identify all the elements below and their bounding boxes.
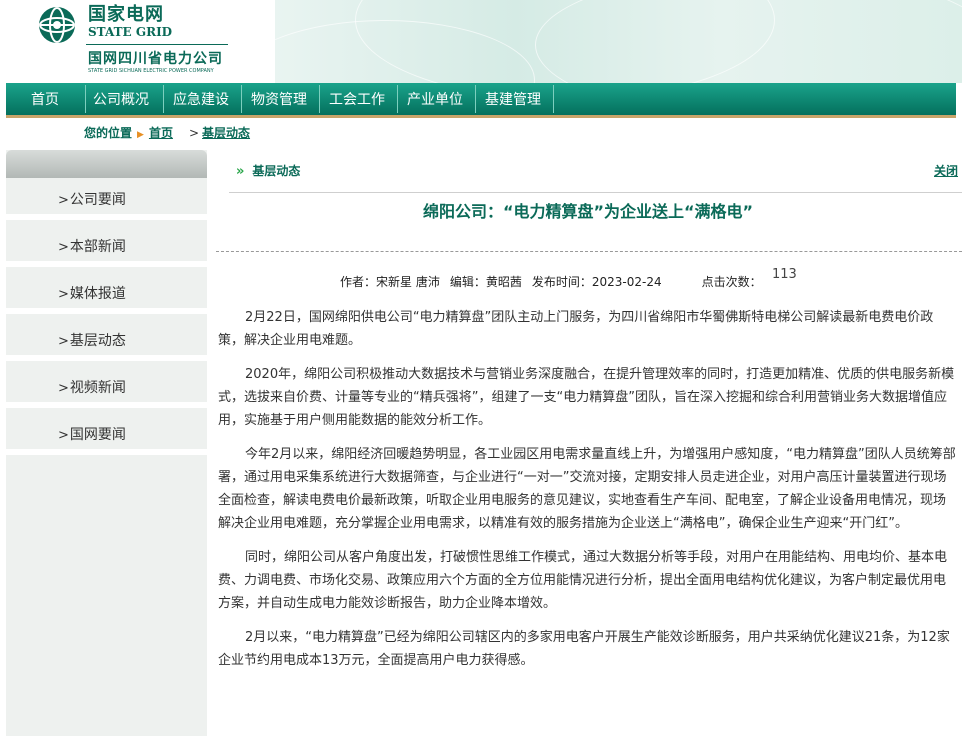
chevron-right-icon: > — [58, 428, 69, 443]
column-heading: » 基层动态 — [236, 161, 300, 181]
sidebar-item-label: 国网要闻 — [69, 427, 126, 443]
sidebar-item-grassroots-news[interactable]: >基层动态 — [6, 321, 207, 361]
logo-text-cn: 国家电网 — [88, 4, 164, 25]
nav-industry-units[interactable]: 产业单位 — [398, 83, 472, 115]
article-title: 绵阳公司：“电力精算盘”为企业送上“满格电” — [422, 202, 754, 221]
chevron-right-icon: > — [58, 334, 69, 349]
chevron-right-icon: > — [58, 287, 69, 302]
main-nav: 首页 公司概况 应急建设 物资管理 工会工作 产业单位 基建管理 — [6, 83, 956, 118]
sidebar-item-company-news[interactable]: >公司要闻 — [6, 180, 207, 220]
logo-text-en: STATE GRID — [88, 25, 173, 39]
nav-company-overview[interactable]: 公司概况 — [86, 83, 156, 115]
nav-infrastructure-management[interactable]: 基建管理 — [476, 83, 550, 115]
article-meta: 作者：宋新星 唐沛 编辑：黄昭茜 发布时间：2023-02-24 点击次数： — [340, 272, 772, 292]
sidebar-item-state-grid-news[interactable]: >国网要闻 — [6, 415, 207, 455]
article-paragraph: 2月以来，“电力精算盘”已经为绵阳公司辖区内的多家用电客户开展生产能效诊断服务，… — [218, 630, 950, 668]
column-heading-text: 基层动态 — [252, 164, 301, 178]
article-paragraph: 2月22日，国网绵阳供电公司“电力精算盘”团队主动上门服务，为四川省绵阳市华蜀佛… — [218, 310, 934, 348]
breadcrumb: 您的位置 ▶ 首页 > 基层动态 — [84, 124, 250, 142]
article-paragraph: 同时，绵阳公司从客户角度出发，打破惯性思维工作模式，通过大数据分析等手段，对用户… — [218, 550, 948, 611]
close-link[interactable]: 关闭 — [934, 162, 958, 179]
sidebar-item-hq-news[interactable]: >本部新闻 — [6, 227, 207, 267]
nav-emergency-construction[interactable]: 应急建设 — [164, 83, 238, 115]
nav-union-work[interactable]: 工会工作 — [320, 83, 394, 115]
sidebar-item-video-news[interactable]: >视频新闻 — [6, 368, 207, 408]
sidebar-item-label: 公司要闻 — [69, 192, 126, 208]
nav-materials-management[interactable]: 物资管理 — [242, 83, 316, 115]
arrow-right-icon: ▶ — [137, 130, 144, 140]
breadcrumb-current-link[interactable]: 基层动态 — [202, 126, 250, 140]
site-header: 国家电网 STATE GRID 国网四川省电力公司 STATE GRID SIC… — [0, 0, 962, 83]
chevron-right-icon: > — [58, 193, 69, 208]
sidebar-item-label: 本部新闻 — [69, 239, 126, 255]
article-editor: 编辑：黄昭茜 — [449, 275, 522, 289]
article-author: 作者：宋新星 唐沛 — [340, 275, 440, 289]
article-paragraph: 2020年，绵阳公司积极推动大数据技术与营销业务深度融合，在提升管理效率的同时，… — [218, 367, 955, 428]
double-chevron-icon: » — [236, 164, 245, 179]
article-body: 2月22日，国网绵阳供电公司“电力精算盘”团队主动上门服务，为四川省绵阳市华蜀佛… — [218, 306, 956, 683]
breadcrumb-label: 您的位置 — [84, 126, 133, 140]
dashed-divider — [216, 251, 962, 252]
company-name-en: STATE GRID SICHUAN ELECTRIC POWER COMPAN… — [88, 68, 214, 74]
breadcrumb-home-link[interactable]: 首页 — [149, 126, 173, 140]
article-publish-time: 发布时间：2023-02-24 — [531, 275, 662, 289]
company-name-cn: 国网四川省电力公司 — [88, 51, 223, 67]
article-paragraph: 今年2月以来，绵阳经济回暖趋势明显，各工业园区用电需求量直线上升，为增强用户感知… — [218, 447, 956, 531]
nav-divider — [553, 85, 554, 113]
sidebar-header — [6, 150, 207, 178]
nav-home[interactable]: 首页 — [6, 83, 84, 115]
header-banner — [235, 0, 962, 83]
state-grid-logo-icon — [39, 7, 75, 43]
logo-divider — [86, 44, 228, 45]
article-hits-count: 113 — [772, 267, 797, 282]
sidebar: >公司要闻 >本部新闻 >媒体报道 >基层动态 >视频新闻 >国网要闻 — [6, 150, 207, 736]
sidebar-item-label: 基层动态 — [69, 333, 126, 349]
divider — [229, 192, 962, 193]
chevron-right-icon: > — [58, 240, 69, 255]
article-hits-label: 点击次数： — [701, 275, 762, 289]
sidebar-item-label: 视频新闻 — [69, 380, 126, 396]
chevron-right-icon: > — [58, 381, 69, 396]
chevron-right-icon: > — [188, 126, 200, 140]
sidebar-item-media-reports[interactable]: >媒体报道 — [6, 274, 207, 314]
sidebar-item-label: 媒体报道 — [69, 286, 126, 302]
